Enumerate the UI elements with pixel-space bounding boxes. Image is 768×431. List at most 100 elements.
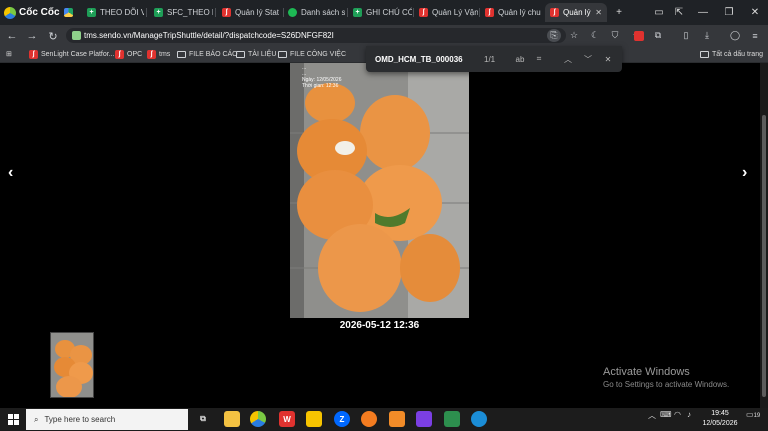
url-text: tms.sendo.vn/ManageTripShuttle/detail/?d… [84,31,334,40]
activate-windows-title: Activate Windows [603,366,690,378]
file-explorer-icon[interactable] [224,411,240,427]
wps-icon[interactable]: W [279,411,295,427]
tab-close-icon[interactable]: ✕ [595,8,602,17]
sticky-notes-icon[interactable] [306,411,322,427]
windows-start-icon[interactable] [8,414,19,425]
tab-8[interactable]: ʃ Quản lý chu [480,3,542,22]
edge-icon[interactable] [471,411,487,427]
find-input[interactable]: OMD_HCM_TB_000036 [375,55,463,64]
photo-graphic [290,63,469,318]
volume-icon[interactable]: ♪ [687,410,691,419]
browser-logo[interactable]: Cốc Cốc [4,4,60,21]
tab-2[interactable]: + THEO DÕI V [82,3,144,22]
tab-4[interactable]: ʃ Quản lý Stat [217,3,281,22]
address-bar[interactable]: tms.sendo.vn/ManageTripShuttle/detail/?d… [66,28,566,43]
app-purple-icon[interactable] [416,411,432,427]
dark-mode-icon[interactable]: ☾ [588,29,602,42]
forward-arrow-icon[interactable]: → [24,28,40,44]
network-icon[interactable]: ◠ [674,410,681,419]
sheets-icon: + [154,8,163,17]
apps-grid-icon[interactable]: ⊞ [6,47,12,61]
screenshot-icon[interactable]: ▭ [650,4,668,20]
scrollbar-thumb[interactable] [762,115,766,397]
tray-chevron-icon[interactable]: ︿ [648,410,656,421]
photo-watermark: ... ... Ngày: 12/05/2026 Thời gian: 12:3… [302,65,342,89]
sendo-icon: ʃ [485,8,494,17]
sendo-icon: ʃ [550,8,559,17]
site-info-icon[interactable] [72,31,81,40]
folder-icon [236,50,245,58]
tab-1[interactable] [64,3,78,22]
thumbnail-graphic [51,333,93,397]
all-bookmarks[interactable]: Tất cả dấu trang [700,47,763,61]
green-circle-icon [288,8,297,17]
task-view-icon[interactable]: ⧉ [195,411,211,427]
download-icon[interactable]: ⤓ [700,29,714,42]
sendo-icon: ʃ [147,49,156,59]
prev-arrow-icon[interactable]: ‹ [8,164,13,182]
back-arrow-icon[interactable]: ← [4,28,20,44]
menu-icon[interactable]: ≡ [748,29,762,42]
folder-icon [700,50,709,58]
photo-thumbnail[interactable] [50,332,94,398]
taskbar-search[interactable]: ⌕ Type here to search [26,409,188,430]
tab-5[interactable]: Danh sách s [283,3,345,22]
shield-icon[interactable]: ⛉ [608,29,622,42]
activate-windows-subtitle: Go to Settings to activate Windows. [603,380,730,389]
bookmark-folder-bao-cao[interactable]: FILE BÁO CÁO [177,47,238,61]
new-tab-button[interactable]: + [610,4,628,20]
minimize-button[interactable]: — [694,4,712,20]
tab-7[interactable]: ʃ Quản Lý Vận [414,3,478,22]
folder-icon [278,50,287,58]
scrollbar[interactable] [760,63,768,408]
profile-icon[interactable]: ◯ [728,29,742,42]
coccoc-logo-icon [4,6,16,19]
tab-9-active[interactable]: ʃ Quản lý ✕ [545,3,607,22]
split-view-icon[interactable]: ▯ [679,29,693,42]
notification-icon[interactable]: ▭19 [746,410,760,419]
find-count: 1/1 [484,55,496,64]
maximize-button[interactable]: ❐ [720,4,738,20]
find-bar: OMD_HCM_TB_000036 1/1 ab ⌗ ︿ ﹀ ✕ [366,46,622,72]
reload-icon[interactable]: ↻ [45,28,61,44]
tab-3[interactable]: + SFC_THEO D [149,3,213,22]
app-flame-icon[interactable] [389,411,405,427]
bookmark-tms[interactable]: ʃ tms [147,47,170,61]
highlight-icon[interactable]: ⌗ [533,53,545,65]
find-next-icon[interactable]: ﹀ [582,53,594,65]
taskbar-clock[interactable]: 19:45 12/05/2026 [697,409,743,429]
bookmark-opc[interactable]: ʃ OPC [115,47,142,61]
delivery-photo: ... ... Ngày: 12/05/2026 Thời gian: 12:3… [290,63,469,318]
search-icon: ⌕ [34,414,39,424]
tab-separator [215,8,216,17]
keyboard-layout-icon[interactable]: ⌨ [660,410,672,419]
sheets-icon: + [87,8,96,17]
folder-icon [177,50,186,58]
coccoc-taskbar-icon[interactable] [250,411,266,427]
app-orange-icon[interactable] [361,411,377,427]
tab-list-icon[interactable]: ⇱ [670,4,688,20]
tab-separator [146,8,147,17]
sendo-icon: ʃ [222,8,231,17]
find-close-icon[interactable]: ✕ [602,53,614,65]
sendo-icon: ʃ [29,49,38,59]
star-icon[interactable]: ☆ [567,29,581,42]
puzzle-icon[interactable]: ⧉ [651,29,665,42]
bookmark-folder-tai-lieu[interactable]: TÀI LIỆU [236,47,276,61]
close-window-button[interactable]: ✕ [746,4,764,20]
tab-6[interactable]: + GHI CHÚ CÓ [348,3,412,22]
app-green-icon[interactable] [444,411,460,427]
translate-icon[interactable]: ⎘ [547,29,561,42]
next-arrow-icon[interactable]: › [742,164,747,182]
bookmark-folder-cong-viec[interactable]: FILE CÔNG VIỆC [278,47,346,61]
zalo-icon[interactable]: Z [334,411,350,427]
sendo-icon: ʃ [419,8,428,17]
sheets-icon: + [353,8,362,17]
photo-timestamp: 2026-05-12 12:36 [339,320,420,331]
extension-red-icon[interactable] [634,31,644,41]
find-previous-icon[interactable]: ︿ [562,53,574,65]
drive-icon [64,8,73,17]
match-case-button[interactable]: ab [514,53,526,65]
bookmark-senlight[interactable]: ʃ SenLight Case Platfor... [29,47,115,61]
sendo-icon: ʃ [115,49,124,59]
